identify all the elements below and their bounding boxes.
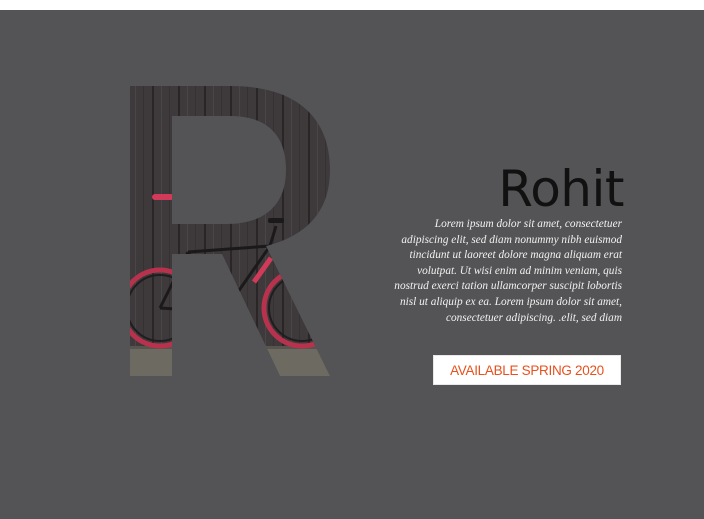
hero-banner: Rohit Lorem ipsum dolor sit amet, consec… xyxy=(0,10,704,519)
description-text: Lorem ipsum dolor sit amet, consectetuer… xyxy=(394,218,622,324)
letter-r-photo-mask xyxy=(126,76,336,376)
title: Rohit xyxy=(498,160,624,218)
available-spring-2020-button[interactable]: AVAILABLE SPRING 2020 xyxy=(433,355,621,385)
